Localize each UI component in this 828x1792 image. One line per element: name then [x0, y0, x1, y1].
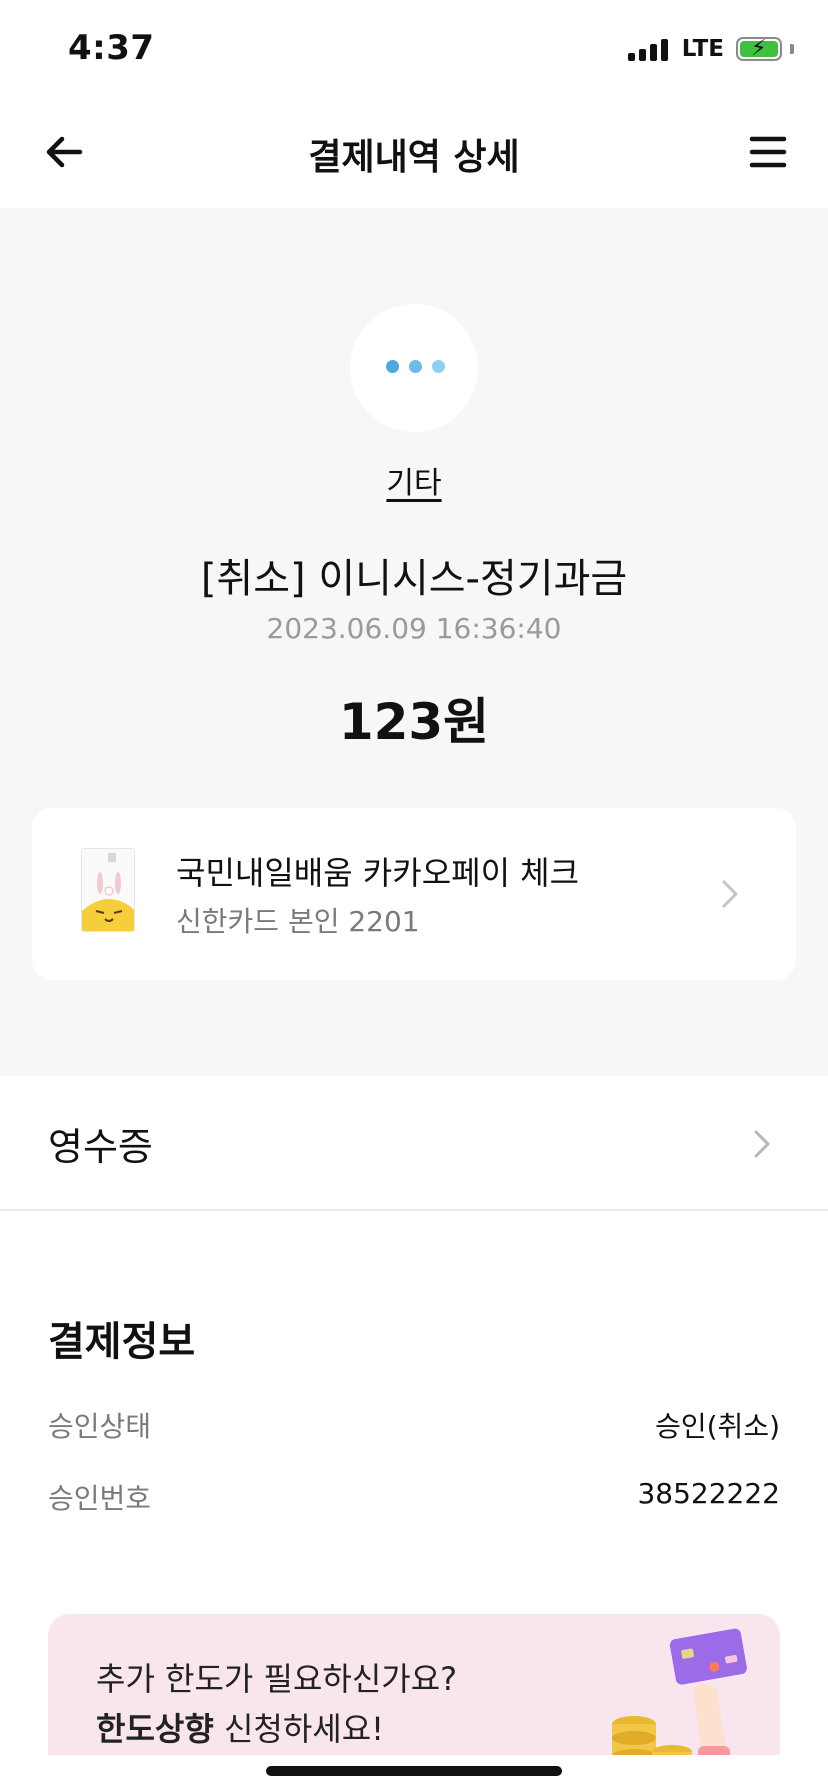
transaction-amount: 123원	[338, 693, 490, 751]
info-value: 38522222	[637, 1477, 780, 1510]
transaction-summary: 기타 [취소] 이니시스-정기과금 2023.06.09 16:36:40 12…	[0, 208, 828, 1076]
home-indicator[interactable]	[266, 1766, 562, 1776]
banner-text: 추가 한도가 필요하신가요?	[96, 1660, 458, 1698]
status-bar: 4:37 LTE ⚡	[0, 0, 828, 96]
more-dots-icon	[386, 360, 445, 373]
card-detail: 신한카드 본인 2201	[176, 905, 420, 938]
menu-button[interactable]	[742, 126, 794, 178]
status-indicators: LTE ⚡	[627, 34, 794, 64]
merchant-name: [취소] 이니시스-정기과금	[200, 556, 628, 602]
section-title: 결제정보	[48, 1319, 196, 1365]
approval-status-row: 승인상태 승인(취소)	[48, 1405, 780, 1445]
payment-info-section: 결제정보 승인상태 승인(취소) 승인번호 38522222	[0, 1213, 828, 1613]
battery-cap	[790, 44, 794, 54]
category-icon-circle	[350, 304, 478, 432]
banner-cta-rest: 신청하세요!	[213, 1710, 384, 1748]
page-title: 결제내역 상세	[308, 137, 520, 178]
transaction-datetime: 2023.06.09 16:36:40	[266, 612, 562, 645]
banner-cta-bold: 한도상향	[96, 1710, 214, 1748]
card-name: 국민내일배움 카카오페이 체크	[176, 854, 580, 892]
chevron-right-icon	[754, 1130, 770, 1158]
card-image	[81, 848, 135, 932]
info-label: 승인상태	[48, 1410, 152, 1443]
signal-icon	[627, 37, 668, 61]
receipt-row[interactable]: 영수증	[0, 1076, 828, 1211]
receipt-label: 영수증	[48, 1125, 153, 1169]
network-type: LTE	[681, 36, 724, 62]
info-value: 승인(취소)	[655, 1410, 780, 1443]
battery-icon: ⚡	[736, 36, 782, 61]
info-label: 승인번호	[48, 1482, 152, 1515]
banner-cta-text: 한도상향 신청하세요!	[96, 1704, 384, 1750]
card-info-button[interactable]: 국민내일배움 카카오페이 체크 신한카드 본인 2201	[32, 808, 796, 980]
category-link[interactable]: 기타	[0, 458, 828, 502]
hamburger-menu-icon	[749, 136, 787, 168]
chevron-right-icon	[722, 880, 738, 908]
approval-number-row: 승인번호 38522222	[48, 1477, 780, 1517]
nav-bar: 결제내역 상세	[0, 96, 828, 208]
status-time: 4:37	[68, 28, 155, 68]
